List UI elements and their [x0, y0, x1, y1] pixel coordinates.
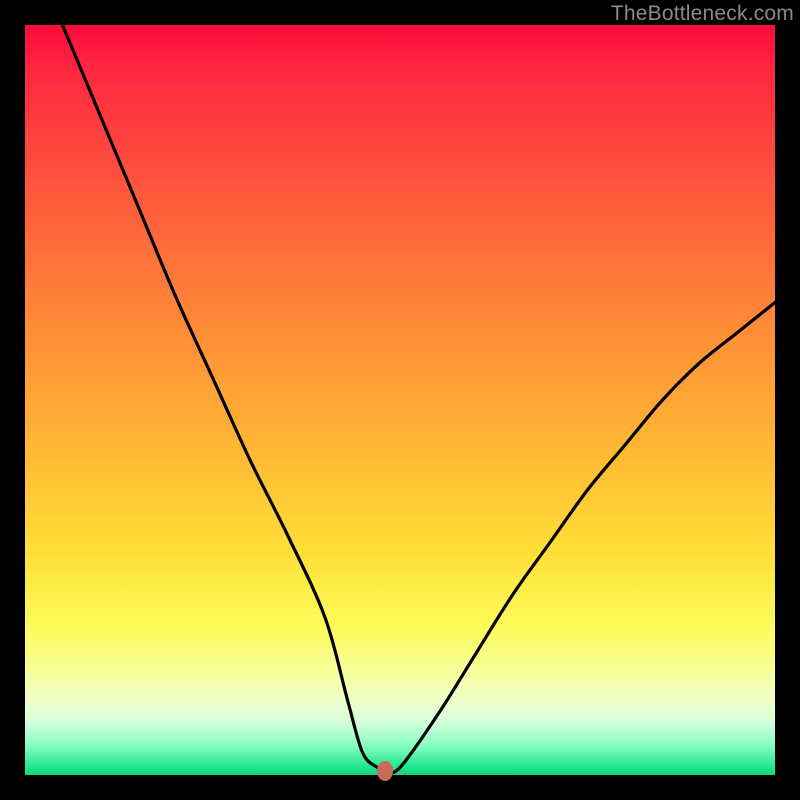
chart-frame: TheBottleneck.com: [0, 0, 800, 800]
bottleneck-curve: [63, 25, 776, 773]
curve-svg: [25, 25, 775, 775]
watermark-text: TheBottleneck.com: [611, 2, 794, 26]
plot-area: [25, 25, 775, 775]
optimal-point-marker: [377, 761, 393, 781]
